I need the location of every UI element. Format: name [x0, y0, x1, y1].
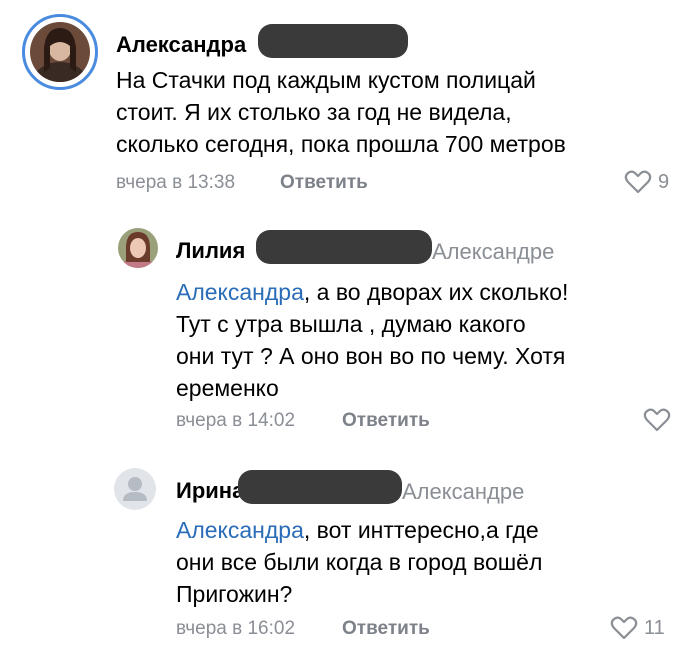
heart-outline-icon	[624, 170, 652, 194]
reply-to-name[interactable]: Александре	[432, 239, 554, 265]
comment-timestamp: вчера в 16:02	[176, 618, 296, 639]
reply-button[interactable]: Ответить	[280, 172, 368, 194]
avatar[interactable]	[118, 228, 158, 268]
comment-timestamp: вчера в 14:02	[176, 410, 296, 431]
comment-text-line: стоит. Я их столько за год не видела,	[116, 99, 512, 125]
like-button[interactable]: 9	[624, 170, 669, 194]
comment-author[interactable]: Александра	[116, 32, 246, 58]
comment-text-line: Пригожин?	[176, 581, 293, 607]
comment-text-line: они тут ? А оно вон во по чему. Хотя	[176, 343, 566, 369]
comment-1: Александра На Стачки под каждым кустом п…	[0, 0, 700, 210]
redaction-mark	[238, 470, 402, 504]
comment-text-line: еременко	[176, 375, 279, 401]
comment-author[interactable]: Лилия	[176, 238, 245, 264]
avatar-photo	[118, 228, 158, 268]
comment-2: Лилия Александре Александра, а во дворах…	[0, 210, 700, 450]
like-button[interactable]: 11	[610, 616, 665, 640]
comment-text-line: Тут с утра вышла , думаю какого	[176, 311, 526, 337]
reply-button[interactable]: Ответить	[342, 618, 430, 640]
like-count: 11	[644, 616, 665, 639]
comment-text-line: , вот инттересно,а где	[303, 517, 539, 543]
mention-link[interactable]: Александра	[176, 517, 304, 543]
comment-text-line: , а во дворах их сколько!	[303, 279, 569, 305]
like-count: 9	[658, 170, 670, 193]
redaction-mark	[258, 24, 408, 58]
comment-3: Ирина Александре Александра, вот инттере…	[0, 450, 700, 646]
comment-text: Александра, а во дворах их сколько! Тут …	[176, 276, 568, 404]
heart-outline-icon	[643, 408, 671, 432]
mention-link[interactable]: Александра	[176, 279, 304, 305]
default-user-icon	[123, 477, 147, 501]
comment-author[interactable]: Ирина	[176, 478, 244, 504]
comment-text-line: они все были когда в город вошёл	[176, 549, 543, 575]
comment-timestamp: вчера в 13:38	[116, 172, 236, 193]
redaction-mark	[256, 230, 432, 264]
comment-text: На Стачки под каждым кустом полицай стои…	[116, 64, 566, 160]
avatar[interactable]	[30, 22, 90, 82]
heart-outline-icon	[610, 616, 638, 640]
comment-text-line: На Стачки под каждым кустом полицай	[116, 67, 536, 93]
avatar[interactable]	[114, 468, 156, 510]
avatar-photo	[30, 22, 90, 82]
reply-to-name[interactable]: Александре	[402, 479, 524, 505]
comment-text: Александра, вот инттересно,а где они все…	[176, 514, 542, 610]
comment-text-line: сколько сегодня, пока прошла 700 метров	[116, 131, 566, 157]
like-button[interactable]	[643, 408, 671, 432]
reply-button[interactable]: Ответить	[342, 410, 430, 432]
